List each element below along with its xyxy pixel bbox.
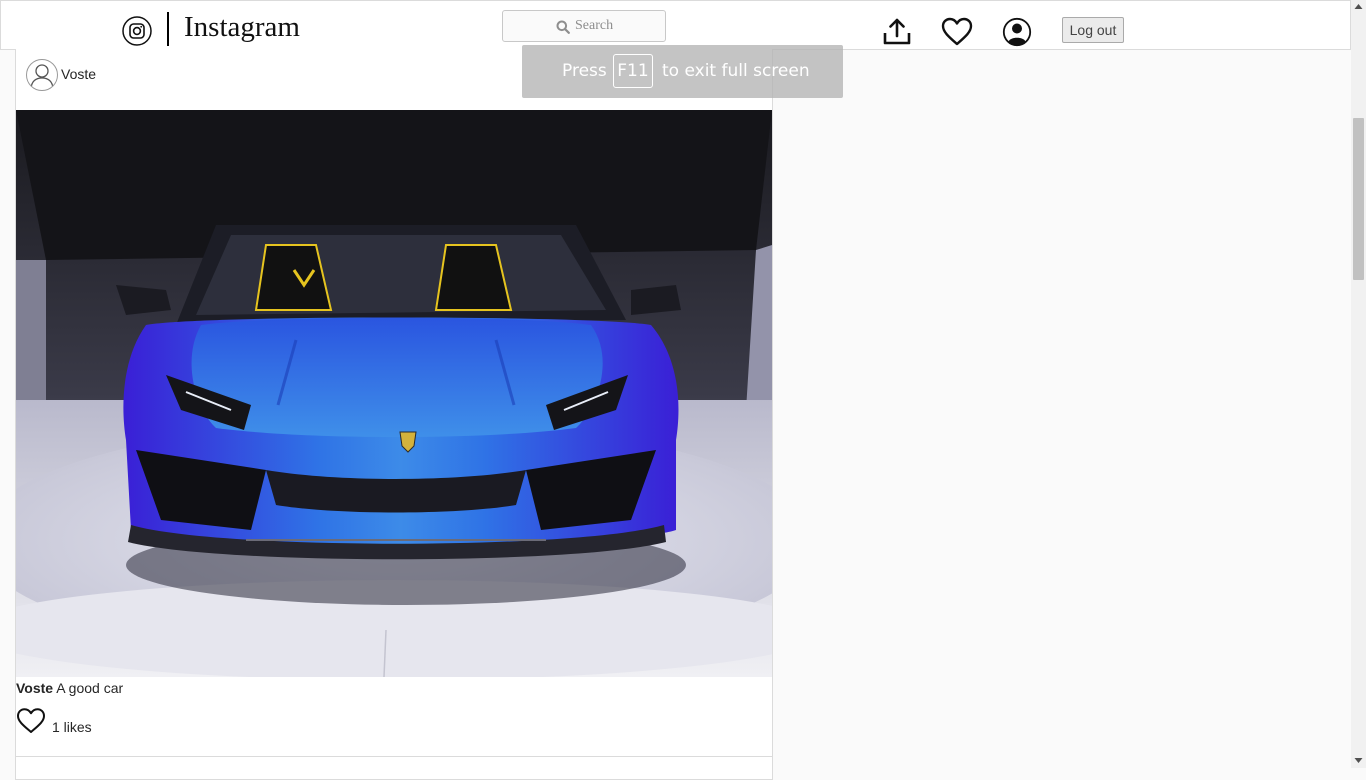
car-photo: [16, 110, 772, 677]
logout-button[interactable]: Log out: [1062, 17, 1124, 43]
fullscreen-key: F11: [613, 54, 653, 88]
scroll-up-arrow-icon[interactable]: [1354, 3, 1363, 10]
avatar[interactable]: [26, 59, 58, 91]
post-divider: [16, 756, 772, 757]
post-caption: Voste A good car: [16, 680, 123, 696]
post-username[interactable]: Voste: [61, 66, 96, 82]
fullscreen-notice-suffix: to exit full screen: [662, 61, 810, 81]
scroll-down-arrow-icon[interactable]: [1354, 757, 1363, 764]
instagram-icon[interactable]: [122, 16, 152, 46]
upload-icon[interactable]: [881, 16, 913, 48]
likes-count: 1 likes: [52, 719, 92, 735]
vertical-scrollbar[interactable]: [1351, 0, 1366, 768]
caption-username[interactable]: Voste: [16, 680, 53, 696]
profile-icon[interactable]: [1002, 17, 1032, 47]
logo-divider: [167, 12, 169, 46]
top-navbar: Instagram Log out: [0, 0, 1351, 50]
search-icon: [556, 20, 570, 34]
like-heart-icon[interactable]: [16, 707, 46, 735]
fullscreen-notice: Press F11 to exit full screen: [522, 45, 843, 98]
search-box[interactable]: [502, 10, 666, 42]
fullscreen-notice-prefix: Press: [562, 61, 607, 81]
search-input[interactable]: [575, 11, 663, 41]
post-card: Voste Voste A good car 1 likes: [15, 49, 773, 780]
post-image[interactable]: [16, 110, 772, 677]
caption-text: A good car: [53, 680, 124, 696]
brand-wordmark[interactable]: Instagram: [184, 9, 300, 45]
scrollbar-thumb[interactable]: [1353, 118, 1364, 280]
heart-icon[interactable]: [940, 16, 974, 48]
